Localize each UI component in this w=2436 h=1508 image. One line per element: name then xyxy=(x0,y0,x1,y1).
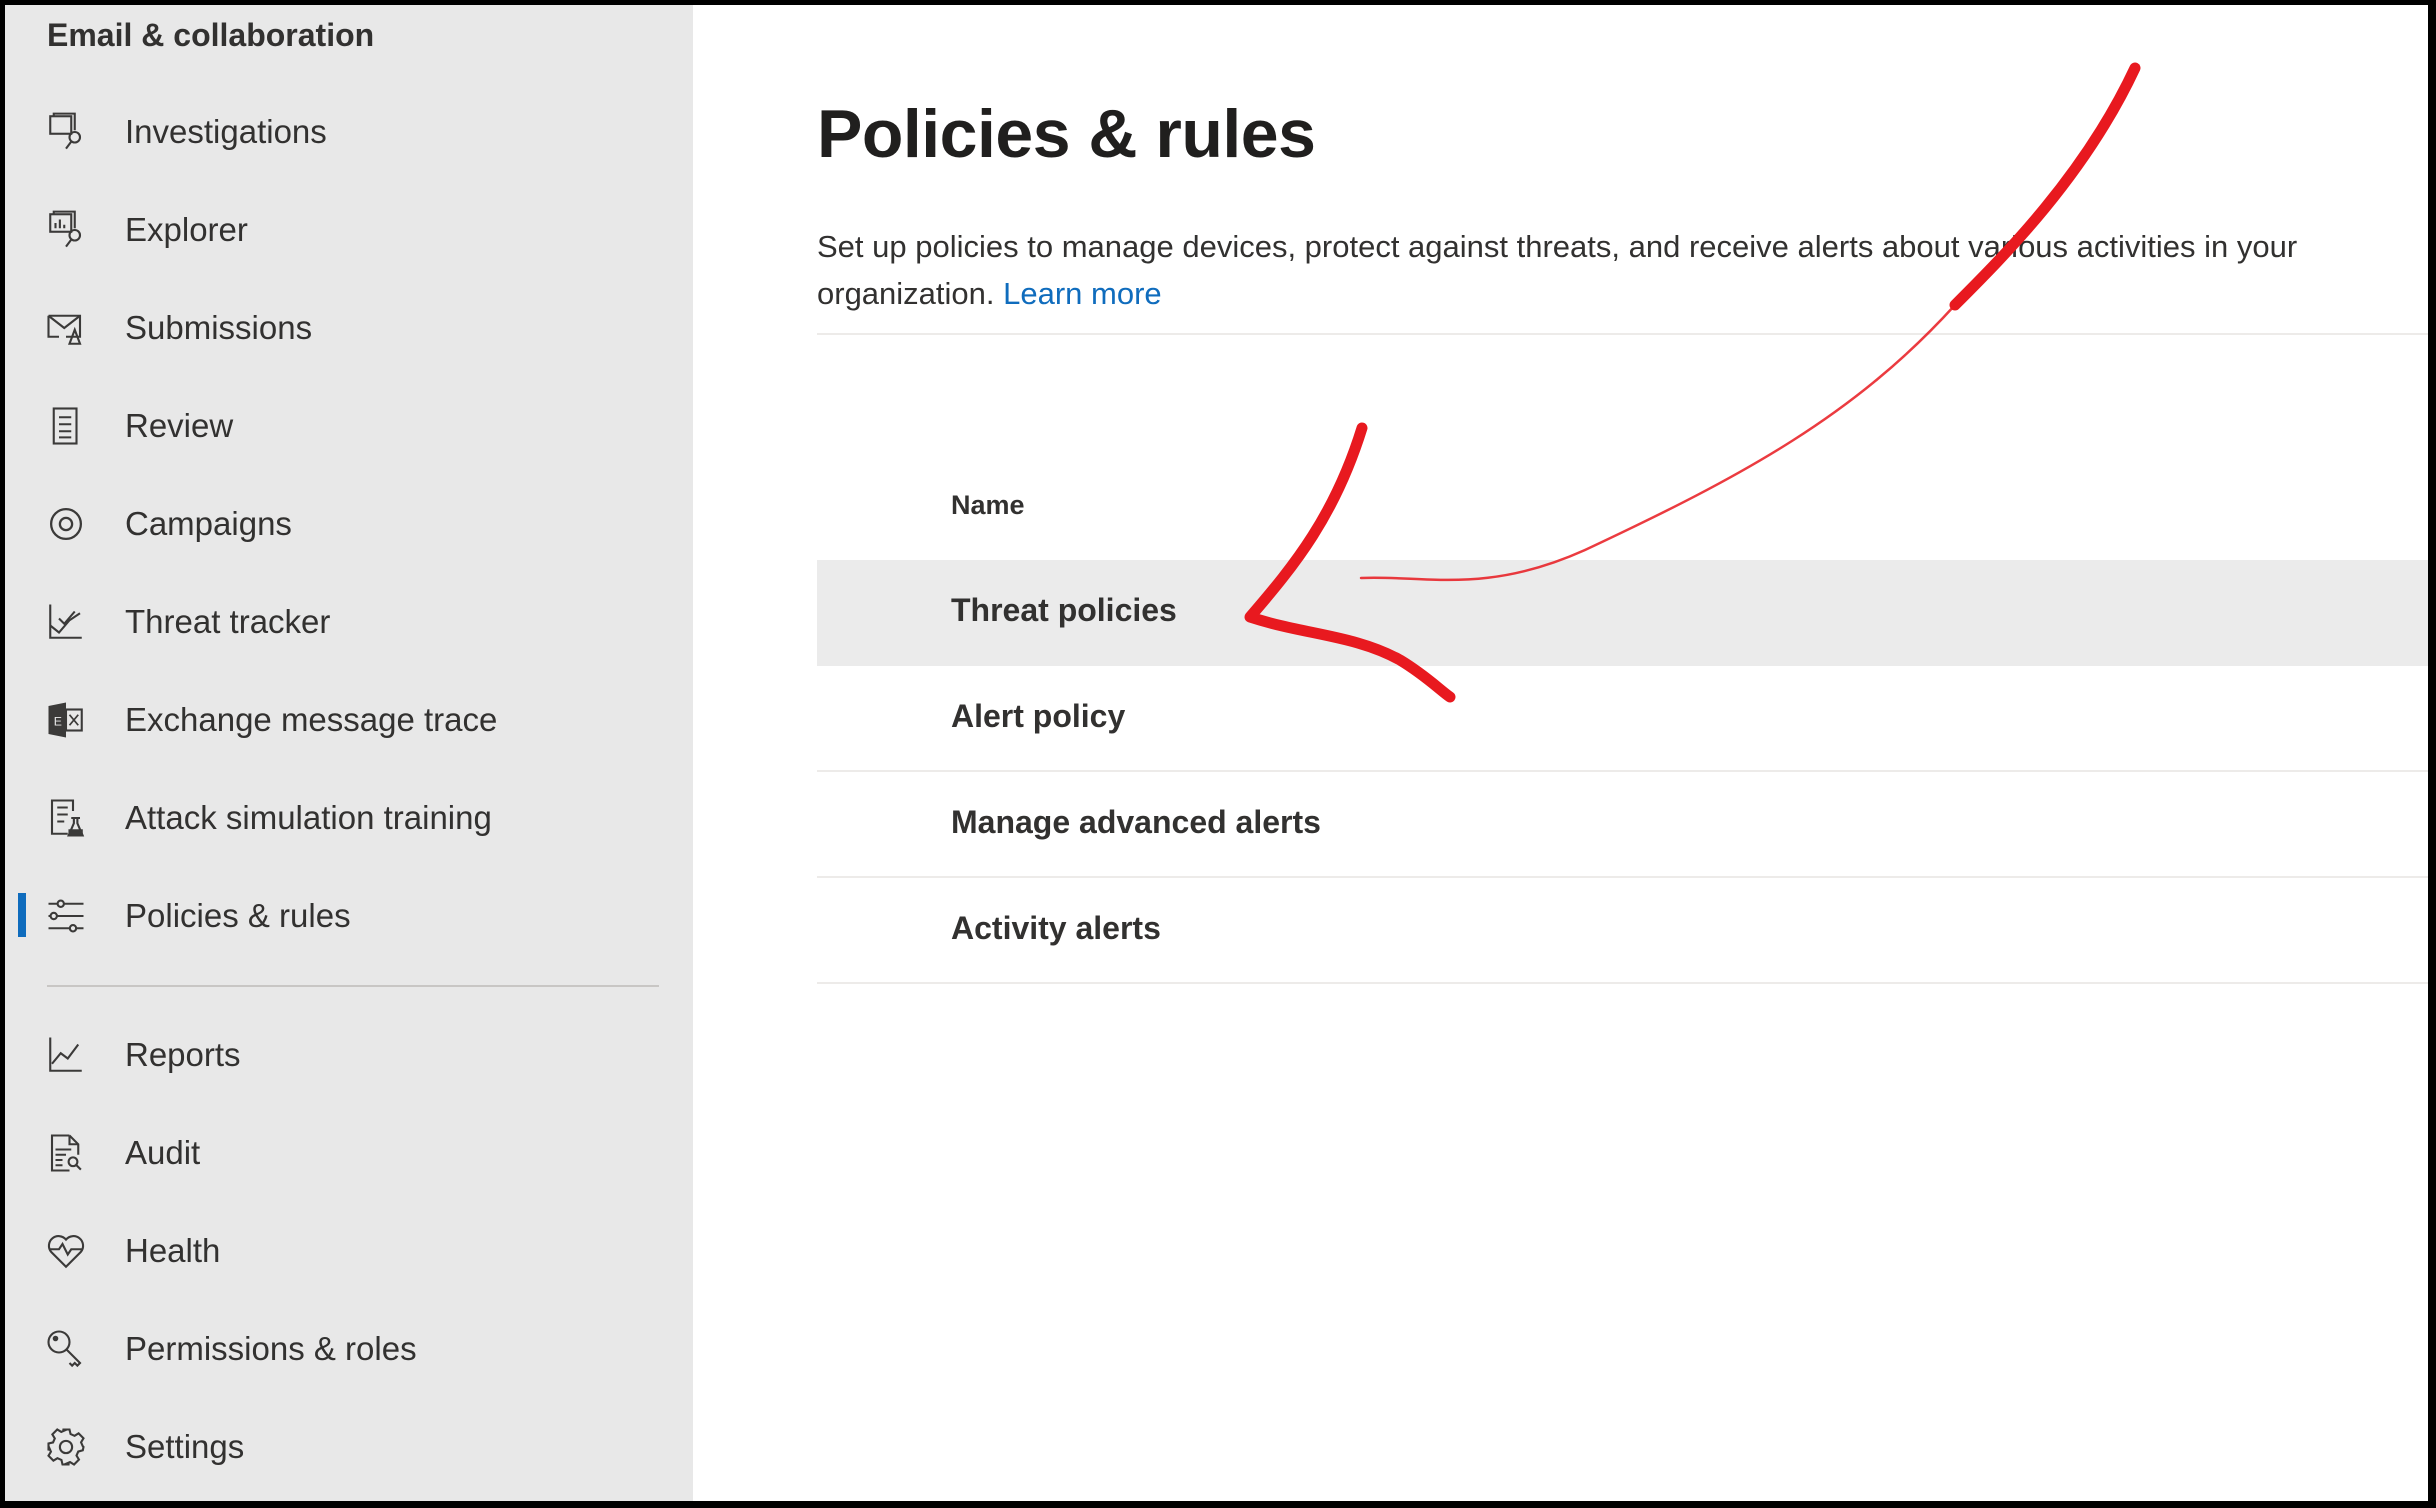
submissions-icon xyxy=(45,307,87,349)
sidebar-item-policies-rules[interactable]: Policies & rules xyxy=(5,875,693,955)
sidebar-section-title: Email & collaboration xyxy=(47,17,375,53)
table-cell-name: Alert policy xyxy=(951,698,1126,734)
review-icon xyxy=(45,405,87,447)
sidebar-item-label: Threat tracker xyxy=(125,603,331,640)
sidebar-item-label: Submissions xyxy=(125,309,313,346)
sidebar-item-label: Policies & rules xyxy=(125,897,351,934)
sidebar-item-permissions-roles[interactable]: Permissions & roles xyxy=(5,1308,693,1388)
sidebar-item-campaigns[interactable]: Campaigns xyxy=(5,483,693,563)
sidebar-item-label: Audit xyxy=(125,1134,201,1171)
active-indicator xyxy=(18,893,26,937)
sidebar-item-label: Explorer xyxy=(125,211,248,248)
investigations-icon xyxy=(45,111,87,153)
table-row-manage-advanced-alerts[interactable]: Manage advanced alerts xyxy=(817,772,2428,878)
sidebar-item-label: Permissions & roles xyxy=(125,1330,417,1367)
sidebar-item-label: Review xyxy=(125,407,234,444)
table-row-threat-policies[interactable]: Threat policies xyxy=(817,560,2428,666)
learn-more-link[interactable]: Learn more xyxy=(1003,276,1162,311)
sidebar-item-label: Settings xyxy=(125,1428,245,1465)
sliders-icon xyxy=(45,895,87,937)
attack-simulation-icon xyxy=(45,797,87,839)
table-header: Name xyxy=(817,460,2428,560)
table-cell-name: Threat policies xyxy=(951,592,1177,628)
sidebar-item-attack-simulation-training[interactable]: Attack simulation training xyxy=(5,777,693,857)
sidebar-item-reports[interactable]: Reports xyxy=(5,1014,693,1094)
gear-icon xyxy=(45,1426,87,1468)
sidebar-divider xyxy=(47,985,659,987)
sidebar-item-label: Exchange message trace xyxy=(125,701,498,738)
table-row-activity-alerts[interactable]: Activity alerts xyxy=(817,878,2428,984)
table-cell-name: Manage advanced alerts xyxy=(951,804,1321,840)
exchange-icon: E xyxy=(45,699,87,741)
audit-icon xyxy=(45,1132,87,1174)
explorer-icon xyxy=(45,209,87,251)
sidebar-item-label: Reports xyxy=(125,1036,241,1073)
sidebar-item-threat-tracker[interactable]: Threat tracker xyxy=(5,581,693,661)
sidebar-item-label: Campaigns xyxy=(125,505,292,542)
sidebar-item-label: Attack simulation training xyxy=(125,799,492,836)
app-window: Email & collaboration Investigations Exp… xyxy=(5,5,2428,1501)
column-header-name[interactable]: Name xyxy=(951,490,1025,521)
health-heart-icon xyxy=(45,1230,87,1272)
table-cell-name: Activity alerts xyxy=(951,910,1161,946)
sidebar-item-label: Health xyxy=(125,1232,221,1269)
key-icon xyxy=(45,1328,87,1370)
sidebar-item-submissions[interactable]: Submissions xyxy=(5,287,693,367)
sidebar-item-audit[interactable]: Audit xyxy=(5,1112,693,1192)
sidebar-item-review[interactable]: Review xyxy=(5,385,693,465)
sidebar-item-explorer[interactable]: Explorer xyxy=(5,189,693,269)
campaigns-icon xyxy=(45,503,87,545)
sidebar-item-investigations[interactable]: Investigations xyxy=(5,91,693,171)
main-content: Policies & rules Set up policies to mana… xyxy=(693,5,2428,1501)
sidebar-item-settings[interactable]: Settings xyxy=(5,1406,693,1486)
page-description: Set up policies to manage devices, prote… xyxy=(817,223,2428,317)
threat-tracker-icon xyxy=(45,601,87,643)
header-divider xyxy=(817,333,2428,335)
reports-chart-icon xyxy=(45,1034,87,1076)
table-row-alert-policy[interactable]: Alert policy xyxy=(817,666,2428,772)
policies-table: Name Threat policies Alert policy Manage… xyxy=(817,460,2428,984)
svg-text:E: E xyxy=(54,714,62,728)
sidebar-item-label: Investigations xyxy=(125,113,327,150)
sidebar-item-health[interactable]: Health xyxy=(5,1210,693,1290)
sidebar-item-exchange-message-trace[interactable]: E Exchange message trace xyxy=(5,679,693,759)
sidebar: Email & collaboration Investigations Exp… xyxy=(5,5,693,1501)
page-title: Policies & rules xyxy=(817,96,1316,172)
